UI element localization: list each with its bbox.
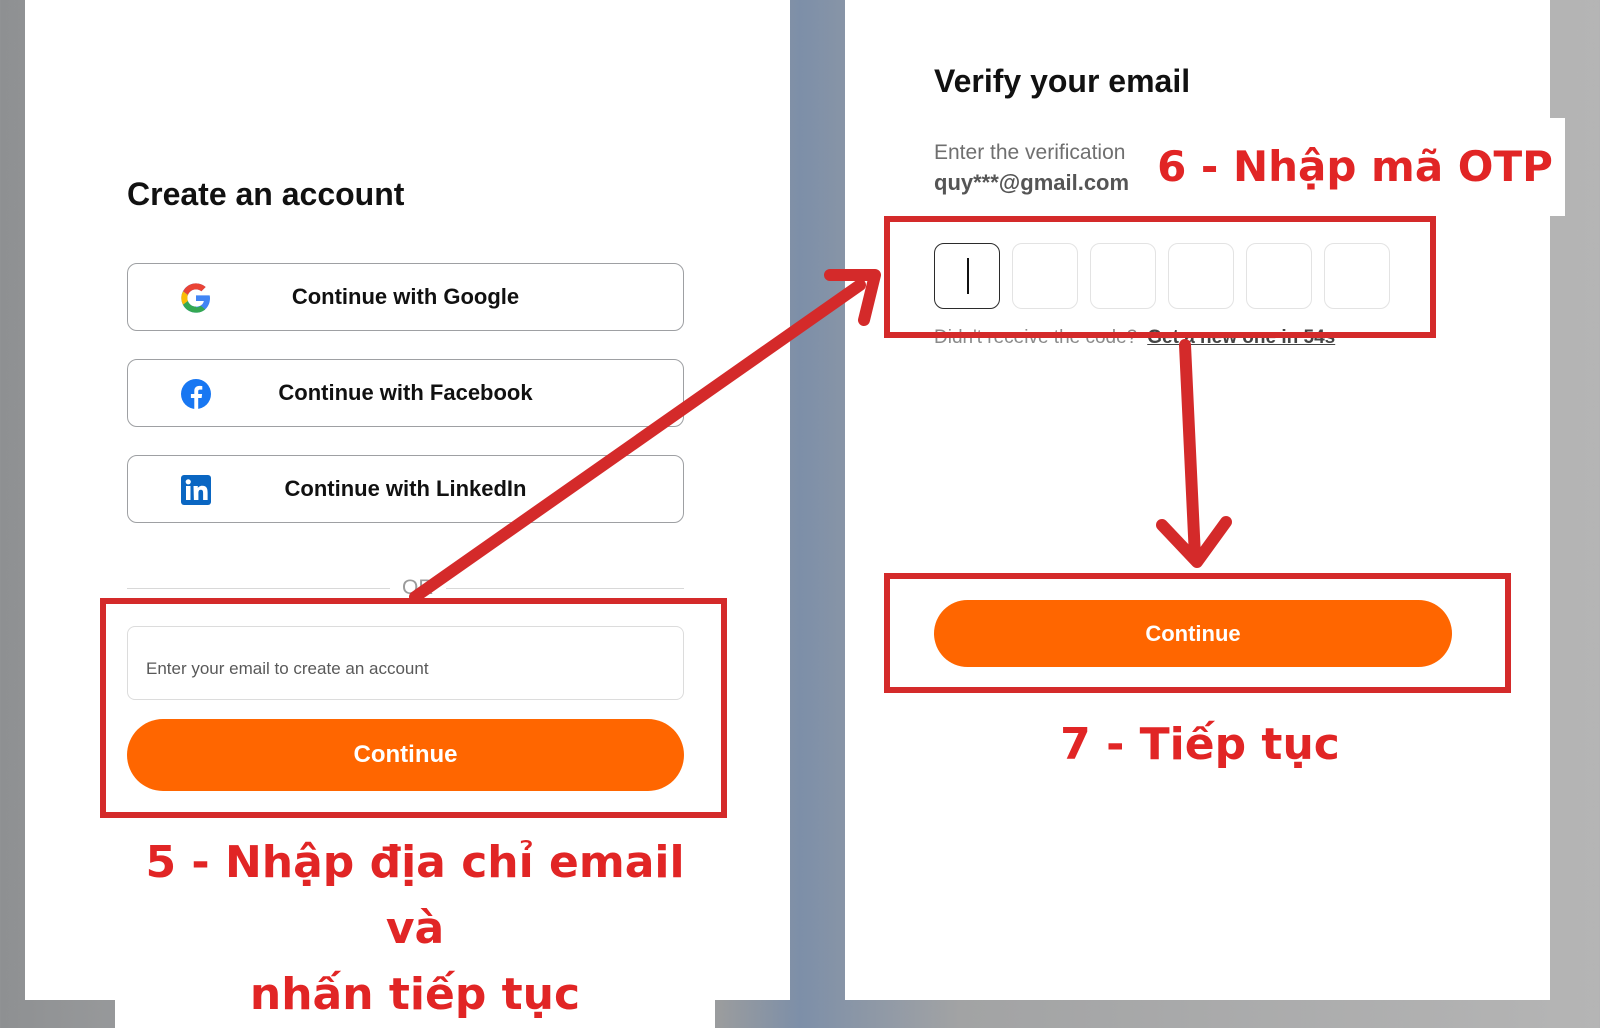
- verification-instruction: Enter the verification: [934, 141, 1126, 164]
- masked-email: quy***@gmail.com: [934, 170, 1130, 195]
- google-button-label: Continue with Google: [291, 284, 520, 309]
- otp-highlight-box: [884, 216, 1436, 338]
- step-5-line-1: 5 - Nhập địa chỉ email và: [145, 837, 685, 954]
- step-5-annotation: 5 - Nhập địa chỉ email và nhấn tiếp tục: [115, 830, 715, 1028]
- step-6-annotation: 6 - Nhập mã OTP: [1145, 118, 1565, 216]
- email-highlight-box: [100, 598, 727, 818]
- continue-highlight-box: [884, 573, 1511, 693]
- step-5-line-2: nhấn tiếp tục: [249, 969, 581, 1020]
- continue-with-google-button[interactable]: Continue with Google: [127, 263, 684, 331]
- or-label: OR: [390, 576, 446, 600]
- step-7-annotation: 7 - Tiếp tục: [1000, 710, 1400, 780]
- verify-email-title: Verify your email: [934, 63, 1191, 99]
- create-account-title: Create an account: [127, 176, 405, 212]
- facebook-button-label: Continue with Facebook: [278, 380, 533, 405]
- continue-with-facebook-button[interactable]: Continue with Facebook: [127, 359, 684, 427]
- linkedin-button-label: Continue with LinkedIn: [284, 476, 527, 501]
- continue-with-linkedin-button[interactable]: Continue with LinkedIn: [127, 455, 684, 523]
